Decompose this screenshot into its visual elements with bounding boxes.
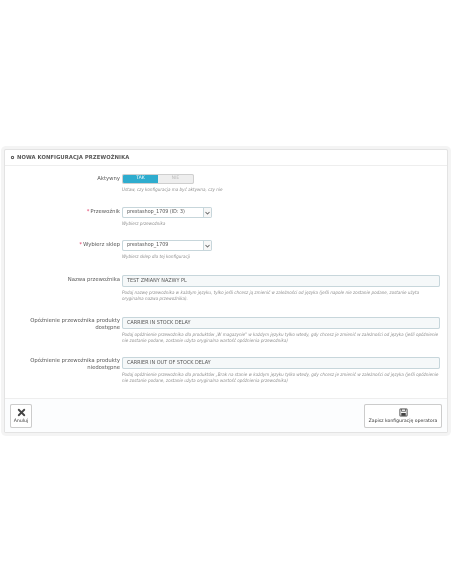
delay-out-stock-label: Opóźnienie przewoźnika produkty niedostę… xyxy=(30,358,120,371)
delay-in-stock-label: Opóźnienie przewoźnika produkty dostępne xyxy=(30,318,120,331)
carrier-help: Wybierz przewoźnika xyxy=(122,221,166,226)
active-toggle[interactable]: TAK NIE xyxy=(122,174,194,184)
required-asterisk: * xyxy=(79,242,83,248)
carrier-name-input[interactable]: TEST ZMIANY NAZWY PL xyxy=(122,275,440,287)
chevron-down-icon xyxy=(203,208,211,217)
cancel-button[interactable]: Anuluj xyxy=(10,404,32,428)
carrier-name-help: Podaj nazwę przewoźnika w każdym języku,… xyxy=(122,290,420,301)
delay-in-stock-input[interactable]: CARRIER IN STOCK DELAY xyxy=(122,317,440,329)
save-icon xyxy=(398,408,408,417)
shop-label: *Wybierz sklep xyxy=(79,242,120,248)
save-label: Zapisz konfigurację operatora xyxy=(368,419,438,424)
delay-in-stock-help: Podaj opóźnienie przewoźnika dla produkt… xyxy=(122,332,439,343)
active-help: Ustaw, czy konfiguracja ma być aktywna, … xyxy=(122,187,223,192)
panel-title: NOWA KONFIGURACJA PRZEWOŹNIKA xyxy=(17,154,130,161)
active-label: Aktywny xyxy=(97,176,120,182)
shop-help: Wybierz sklep dla tej konfiguracji xyxy=(122,254,191,259)
save-button[interactable]: Zapisz konfigurację operatora xyxy=(364,404,442,428)
carrier-select[interactable]: prestashop_1709 (ID: 3) xyxy=(122,207,212,218)
active-yes-option[interactable]: TAK xyxy=(123,175,158,183)
close-icon xyxy=(17,408,25,417)
carrier-config-panel: NOWA KONFIGURACJA PRZEWOŹNIKA Aktywny TA… xyxy=(4,149,448,433)
carrier-name-label: Nazwa przewoźnika xyxy=(67,277,120,283)
panel-heading: NOWA KONFIGURACJA PRZEWOŹNIKA xyxy=(5,150,447,166)
carrier-label: *Przewoźnik xyxy=(86,209,120,215)
delay-out-stock-help: Podaj opóźnienie przewoźnika dla produkt… xyxy=(122,372,439,383)
panel-footer: Anuluj Zapisz konfigurację operatora xyxy=(5,398,447,432)
cancel-label: Anuluj xyxy=(13,419,29,424)
gear-icon xyxy=(10,155,15,160)
shop-select[interactable]: prestashop_1709 xyxy=(122,240,212,251)
chevron-down-icon xyxy=(203,241,211,250)
active-no-option[interactable]: NIE xyxy=(158,175,193,183)
delay-out-stock-input[interactable]: CARRIER IN OUT OF STOCK DELAY xyxy=(122,357,440,369)
